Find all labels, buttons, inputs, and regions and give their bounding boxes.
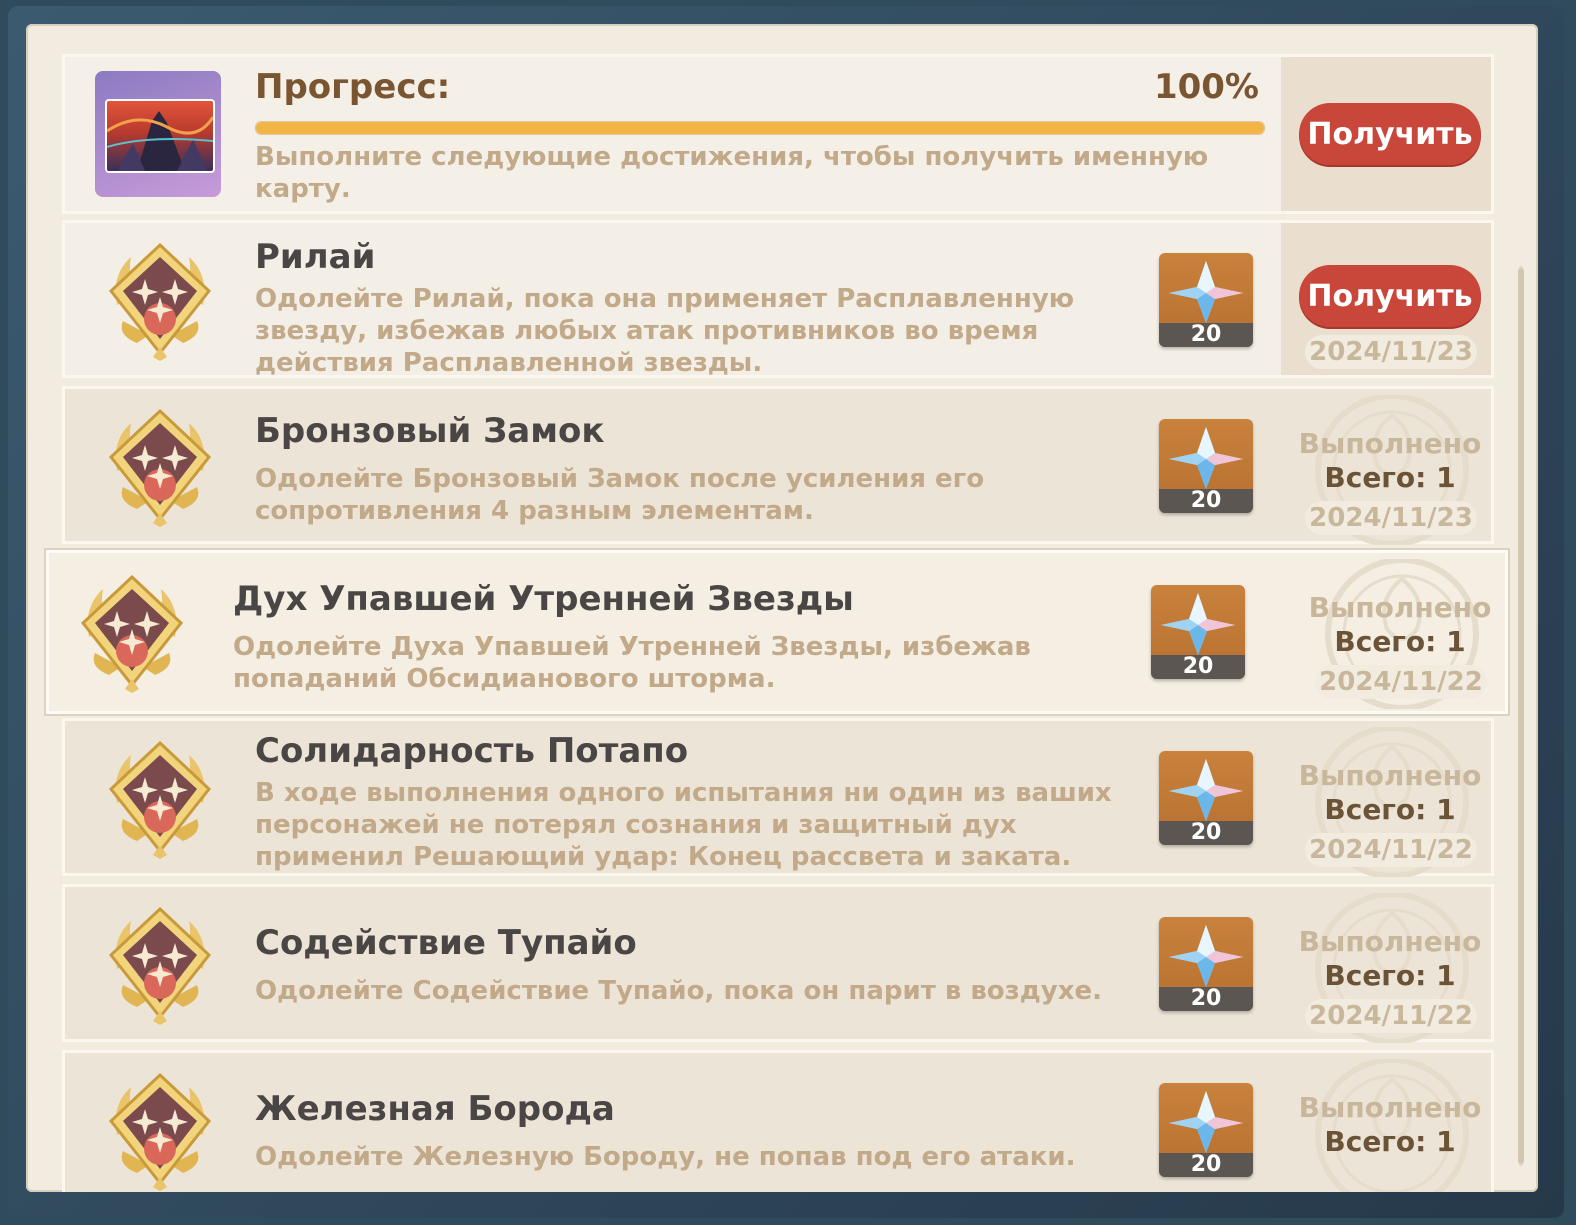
achievement-title: Рилай [255,237,376,277]
completion-date: 2024/11/22 [1305,999,1477,1033]
primogem-reward: 20 [1159,917,1253,1011]
reward-count: 20 [1159,987,1253,1011]
achievement-row[interactable]: Дух Упавшей Утренней Звезды Одолейте Духа… [46,550,1508,714]
achievement-description: В ходе выполнения одного испытания ни од… [255,778,1112,872]
completion-total: Всего: 1 [1324,1125,1456,1158]
completion-total: Всего: 1 [1324,461,1456,494]
achievement-row[interactable]: Железная Борода Одолейте Железную Бороду,… [62,1050,1494,1192]
primogem-reward: 20 [1159,1083,1253,1177]
claim-reward-button[interactable]: Получить [1299,265,1481,327]
achievement-medal-icon [97,235,223,361]
achievement-description: Одолейте Содействие Тупайо, пока он пари… [255,976,1103,1006]
completed-label: Выполнено [1308,591,1492,624]
achievement-description: Одолейте Духа Упавшей Утренней Звезды, и… [233,632,1031,694]
reward-count: 20 [1159,323,1253,347]
progress-percent: 100% [1153,67,1259,107]
achievement-row[interactable]: Бронзовый Замок Одолейте Бронзовый Замок … [62,386,1494,547]
primogem-icon [1159,419,1253,493]
reward-count: 20 [1159,821,1253,845]
achievement-title: Дух Упавшей Утренней Звезды [233,579,854,619]
completed-label: Выполнено [1298,427,1482,460]
primogem-icon [1159,253,1253,327]
namecard-icon [95,71,221,197]
progress-description: Выполните следующие достижения, чтобы по… [255,142,1209,204]
primogem-reward: 20 [1159,253,1253,347]
achievement-title: Железная Борода [255,1089,615,1129]
achievement-title: Бронзовый Замок [255,411,605,451]
achievement-title: Содействие Тупайо [255,923,637,963]
reward-count: 20 [1159,489,1253,513]
achievement-row[interactable]: Содействие Тупайо Одолейте Содействие Туп… [62,884,1494,1045]
completion-date: 2024/11/23 [1305,335,1477,369]
primogem-icon [1159,917,1253,991]
achievement-medal-icon [69,567,195,693]
primogem-icon [1151,585,1245,659]
scrollbar-thumb[interactable] [1518,268,1524,1164]
primogem-reward: 20 [1159,419,1253,513]
achievement-medal-icon [97,401,223,527]
achievement-medal-icon [97,899,223,1025]
primogem-icon [1159,1083,1253,1157]
achievement-medal-icon [97,733,223,859]
progress-bar [255,121,1265,135]
completion-total: Всего: 1 [1334,625,1466,658]
achievements-panel: Прогресс: 100% Выполните следующие дости… [26,24,1538,1192]
completion-date: 2024/11/23 [1305,501,1477,535]
completion-total: Всего: 1 [1324,959,1456,992]
completion-date: 2024/11/22 [1305,833,1477,867]
primogem-reward: 20 [1159,751,1253,845]
achievement-row[interactable]: Рилай Одолейте Рилай, пока она применяет … [62,220,1494,378]
primogem-icon [1159,751,1253,825]
achievement-medal-icon [97,1065,223,1191]
completed-label: Выполнено [1298,759,1482,792]
achievement-title: Солидарность Потапо [255,731,689,771]
progress-row: Прогресс: 100% Выполните следующие дости… [62,54,1494,214]
achievement-description: Одолейте Рилай, пока она применяет Распл… [255,284,1075,378]
achievement-row[interactable]: Солидарность Потапо В ходе выполнения одн… [62,718,1494,879]
completion-total: Всего: 1 [1324,793,1456,826]
achievement-description: Одолейте Железную Бороду, не попав под е… [255,1142,1076,1172]
claim-namecard-button[interactable]: Получить [1299,103,1481,165]
completed-label: Выполнено [1298,1091,1482,1124]
completion-date: 2024/11/22 [1315,665,1487,699]
primogem-reward: 20 [1151,585,1245,679]
reward-count: 20 [1159,1153,1253,1177]
progress-title: Прогресс: [255,67,451,107]
reward-count: 20 [1151,655,1245,679]
achievement-description: Одолейте Бронзовый Замок после усиления … [255,464,985,526]
completed-label: Выполнено [1298,925,1482,958]
scrollbar[interactable] [1516,256,1526,1176]
progress-bar-fill [256,122,1264,134]
